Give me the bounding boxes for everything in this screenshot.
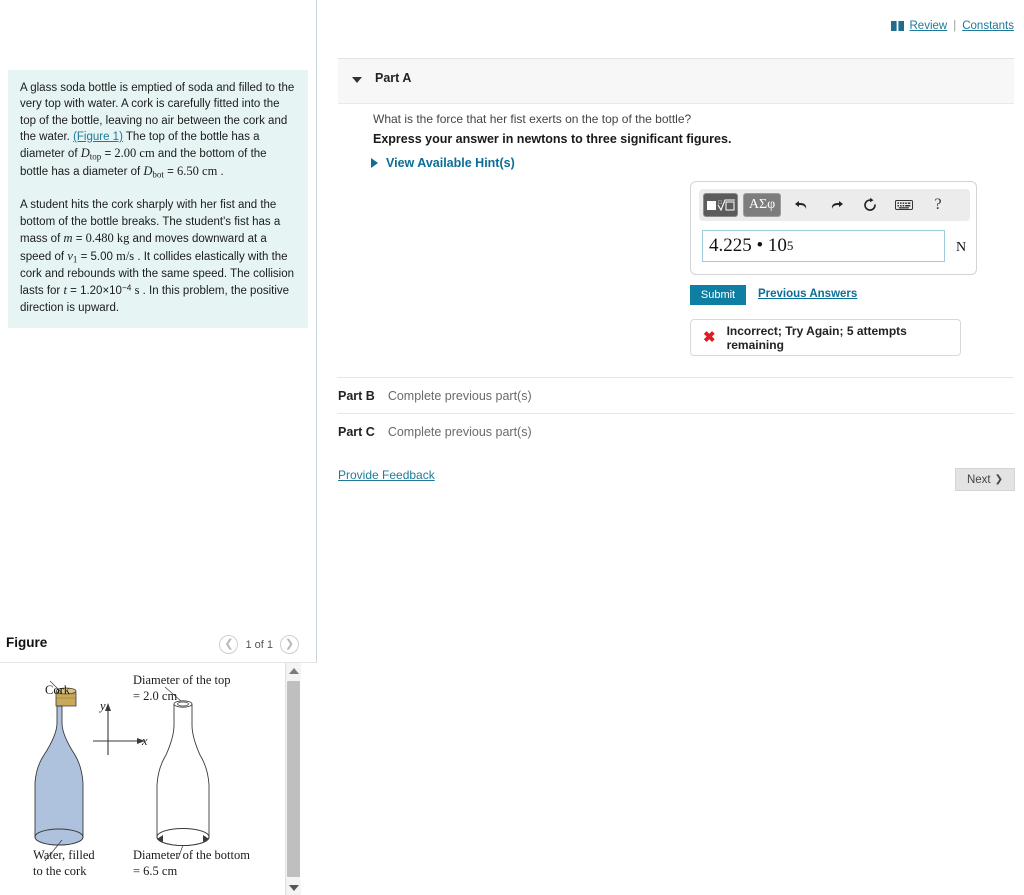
part-a-header[interactable]: Part A [338, 58, 1014, 104]
redo-arrow-icon[interactable] [823, 193, 849, 217]
scroll-down-button[interactable] [286, 880, 301, 895]
math-toolbar: □ ΑΣφ ? [699, 189, 970, 221]
figure-body: Cork y x Water, filled to the cork Diame… [0, 662, 317, 895]
answer-entry-box: □ ΑΣφ ? 4.225 • 10 5 N [690, 181, 977, 275]
right-panel: Review | Constants Part A What is the fo… [318, 0, 1024, 895]
value-m: 0.480 kg [85, 231, 130, 245]
problem-eq-4: = [77, 250, 91, 263]
variable-d-top-symbol: D [80, 146, 90, 161]
figure-label-top-diameter-text: Diameter of the top [133, 673, 231, 687]
math-template-button[interactable]: □ [703, 193, 738, 217]
figure-label-water-line2: to the cork [33, 863, 87, 878]
chevron-right-icon: ❯ [284, 638, 295, 650]
submit-button[interactable]: Submit [690, 285, 746, 305]
problem-eq-1: = [101, 148, 115, 161]
view-hints-toggle[interactable]: View Available Hint(s) [371, 156, 515, 170]
figure-title: Figure [6, 635, 48, 650]
value-d-bot: 6.50 cm [177, 164, 218, 179]
constants-link[interactable]: Constants [962, 20, 1014, 32]
figure-label-bottom-diameter: Diameter of the bottom = 6.5 cm [133, 848, 250, 879]
variable-d-top-subscript: top [89, 151, 102, 162]
variable-d-top: Dtop [80, 146, 102, 162]
part-a-title: Part A [375, 71, 412, 85]
figure-prev-button[interactable]: ❮ [219, 635, 239, 654]
part-b-row[interactable]: Part B Complete previous part(s) [337, 377, 1014, 413]
figure-label-top-diameter: Diameter of the top = 2.0 cm [133, 673, 231, 704]
value-d-top: 2.00 cm [114, 146, 155, 161]
book-icon [890, 21, 904, 31]
part-c-status: Complete previous part(s) [387, 424, 532, 439]
left-panel: A glass soda bottle is emptied of soda a… [0, 0, 317, 895]
part-c-row[interactable]: Part C Complete previous part(s) [337, 413, 1014, 449]
greek-symbols-button[interactable]: ΑΣφ [743, 193, 781, 217]
figure-counter: 1 of 1 [245, 638, 273, 651]
undo-arrow-icon[interactable] [789, 193, 815, 217]
toplink-separator: | [953, 20, 957, 32]
feedback-message: ✖ Incorrect; Try Again; 5 attempts remai… [690, 319, 961, 356]
problem-statement: A glass soda bottle is emptied of soda a… [8, 70, 308, 329]
part-c-name: Part C [338, 424, 375, 439]
caret-down-icon [352, 77, 362, 83]
scrollbar-thumb[interactable] [287, 681, 300, 877]
figure-label-axis-x: x [142, 734, 148, 748]
chevron-left-icon: ❮ [224, 638, 234, 650]
top-links: Review | Constants [890, 20, 1014, 32]
figure-label-top-diameter-value: = 2.0 cm [133, 688, 178, 703]
figure-next-button[interactable]: ❯ [280, 635, 299, 654]
reset-circle-icon[interactable] [857, 193, 883, 217]
feedback-text: Incorrect; Try Again; 5 attempts remaini… [726, 323, 907, 352]
figure-label-water: Water, filled to the cork [33, 848, 95, 879]
page-root: A glass soda bottle is emptied of soda a… [0, 0, 1024, 895]
problem-period: . [217, 166, 224, 179]
figure-label-bottom-diameter-value: = 6.5 cm [133, 863, 178, 878]
part-b-name: Part B [338, 388, 375, 403]
answer-input[interactable]: 4.225 • 10 5 [702, 230, 945, 262]
variable-v1: v1 [67, 249, 77, 264]
caret-right-icon [371, 158, 378, 168]
value-t: 1.20×10 [80, 285, 122, 298]
figure-label-bottom-diameter-text: Diameter of the bottom [133, 848, 250, 862]
figure-label-axis-y: y [100, 699, 106, 713]
chevron-right-icon: ❯ [994, 474, 1004, 485]
previous-answers-link[interactable]: Previous Answers [758, 288, 857, 300]
review-link[interactable]: Review [910, 20, 948, 32]
problem-paragraph-1: A glass soda bottle is emptied of soda a… [20, 80, 296, 181]
keyboard-icon[interactable] [891, 193, 917, 217]
figure-1-link[interactable]: (Figure 1) [73, 131, 123, 143]
variable-d-bot-subscript: bot [152, 169, 164, 180]
part-a-question: What is the force that her fist exerts o… [373, 112, 692, 126]
error-x-icon: ✖ [703, 329, 716, 346]
problem-eq-5: = [66, 285, 81, 298]
help-button[interactable]: ? [925, 193, 951, 217]
part-a-instruction: Express your answer in newtons to three … [373, 132, 732, 146]
scroll-up-arrow-icon [288, 668, 299, 674]
scroll-down-arrow-icon [288, 885, 299, 891]
unit-v1: m/s [116, 248, 135, 263]
answer-input-value: 4.225 • 10 [709, 235, 787, 256]
value-v1: 5.00 [90, 250, 113, 263]
figure-header: Figure ❮ 1 of 1 ❯ [0, 630, 317, 662]
problem-eq-2: = [163, 166, 178, 179]
problem-eq-3: = [72, 233, 86, 245]
figure-navigation: ❮ 1 of 1 ❯ [219, 635, 299, 654]
variable-m: m [63, 231, 73, 245]
variable-d-bot: Dbot [143, 164, 164, 180]
problem-paragraph-2: A student hits the cork sharply with her… [20, 197, 296, 316]
provide-feedback-link[interactable]: Provide Feedback [338, 468, 435, 482]
answer-input-exponent: 5 [786, 238, 794, 253]
figure-label-cork: Cork [45, 683, 70, 697]
next-button[interactable]: Next ❯ [955, 468, 1015, 491]
figure-label-water-line1: Water, filled [33, 848, 95, 862]
value-t-exponent: −4 [121, 283, 132, 293]
view-hints-label: View Available Hint(s) [386, 156, 515, 170]
figure-scrollbar[interactable] [285, 663, 301, 895]
part-b-status: Complete previous part(s) [387, 388, 532, 403]
answer-unit-label: N [956, 240, 967, 255]
next-button-label: Next [966, 473, 991, 486]
scroll-up-button[interactable] [286, 663, 301, 679]
